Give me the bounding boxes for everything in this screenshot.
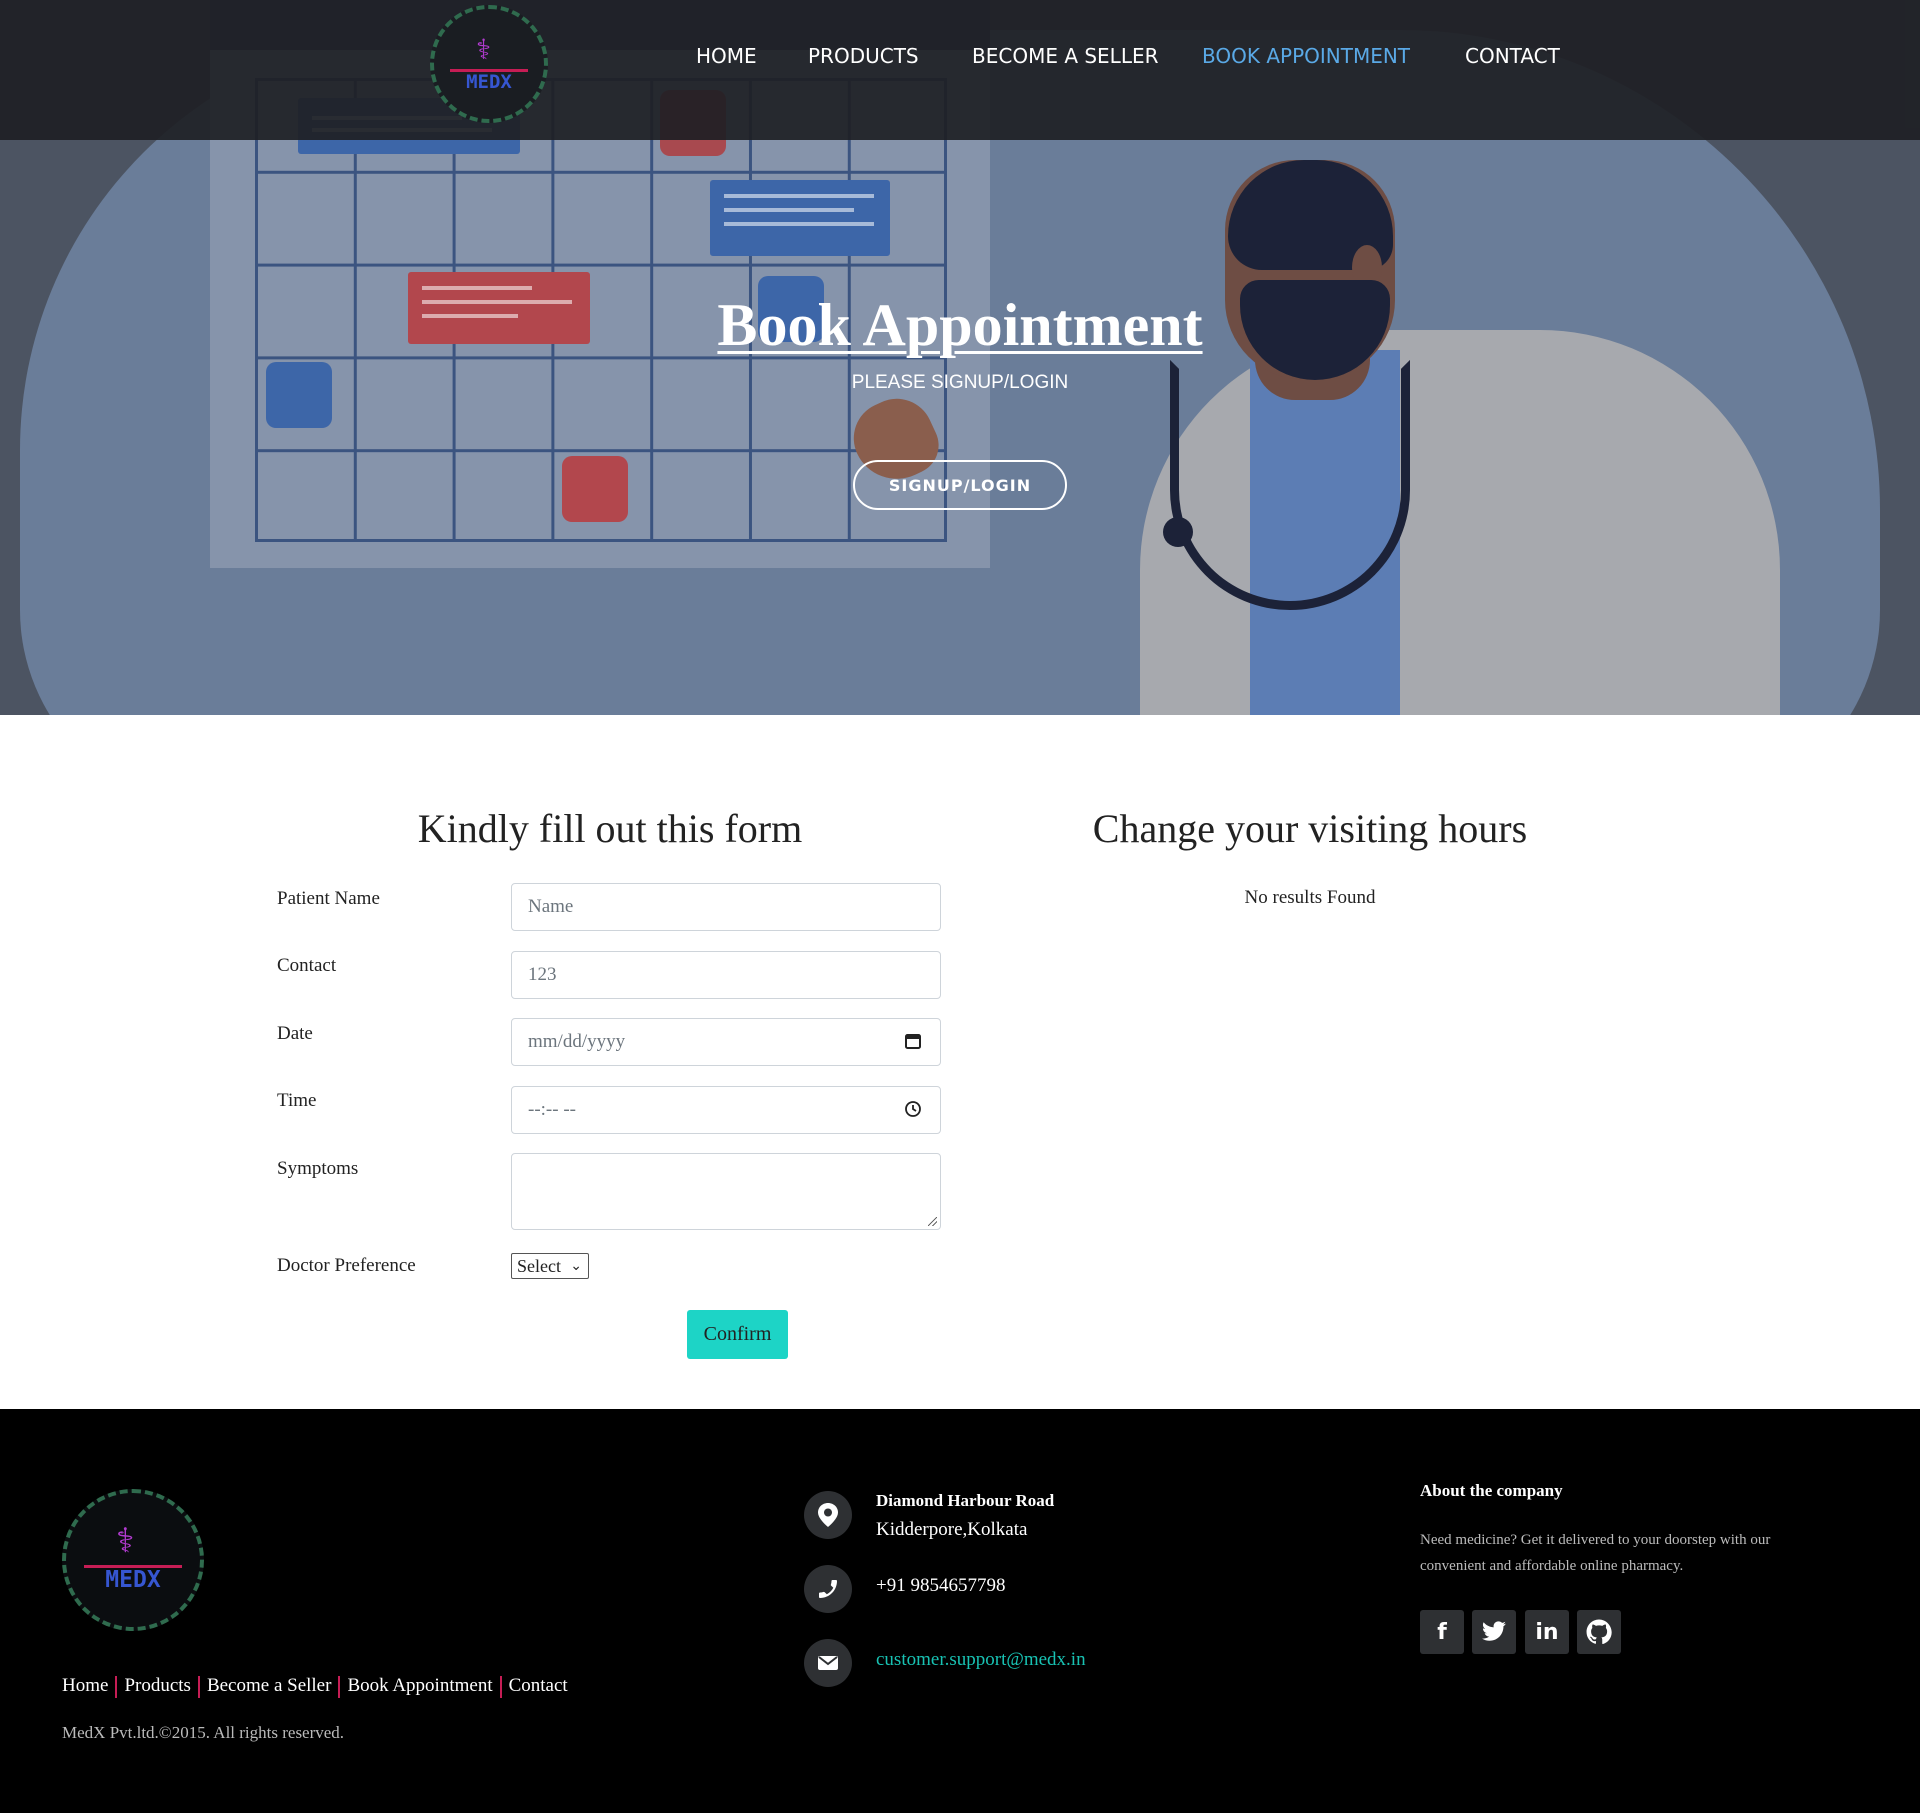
footer-medx-logo[interactable]: ⚕ MEDX [62, 1489, 204, 1631]
nav-contact[interactable]: CONTACT [1465, 44, 1560, 68]
about-text: Need medicine? Get it delivered to your … [1420, 1532, 1771, 1574]
contact-input[interactable]: 123 [511, 951, 941, 999]
logo-text: MEDX [466, 71, 512, 93]
top-navbar: ⚕ MEDX HOME PRODUCTS BECOME A SELLER BOO… [0, 0, 1920, 140]
hero-subtitle: PLEASE SIGNUP/LOGIN [851, 372, 1069, 393]
linkedin-icon[interactable]: in [1525, 1610, 1569, 1654]
no-results-text: No results Found [1244, 887, 1376, 908]
twitter-icon[interactable] [1472, 1610, 1516, 1654]
footer-links: Home Products Become a Seller Book Appointm… [62, 1675, 568, 1698]
symptoms-textarea[interactable] [511, 1153, 941, 1230]
visiting-hours-title: Change your visiting hours [1092, 806, 1528, 851]
clock-icon[interactable] [904, 1100, 922, 1118]
phone-number: +91 9854657798 [876, 1575, 1006, 1596]
copyright-text: MedX Pvt.ltd.©2015. All rights reserved. [62, 1723, 345, 1742]
pills-tile-illustration [562, 456, 628, 522]
doctor-preference-select[interactable]: Select ⌄ [511, 1253, 589, 1279]
footer-link-book-appointment[interactable]: Book Appointment [347, 1675, 492, 1696]
chevron-down-icon: ⌄ [570, 1258, 582, 1274]
nav-products[interactable]: PRODUCTS [808, 44, 919, 68]
map-pin-icon [818, 1503, 838, 1527]
address-line-1: Diamond Harbour Road [876, 1491, 1055, 1510]
location-icon-wrap [804, 1491, 852, 1539]
contact-label: Contact [277, 955, 337, 976]
phone-icon [819, 1580, 837, 1598]
date-placeholder: mm/dd/yyyy [528, 1031, 626, 1052]
divider [115, 1675, 118, 1698]
calendar-card-illustration [710, 180, 890, 256]
time-placeholder: --:-- -- [528, 1099, 576, 1120]
footer-link-home[interactable]: Home [62, 1675, 108, 1696]
email-link[interactable]: customer.support@medx.in [876, 1649, 1086, 1671]
caduceus-icon: ⚕ [476, 33, 492, 66]
hero-title: Book Appointment [717, 292, 1203, 358]
stethoscope-illustration [1170, 360, 1410, 610]
facebook-icon[interactable]: f [1420, 1610, 1464, 1654]
address-line-2: Kidderpore,Kolkata [876, 1519, 1028, 1540]
date-input[interactable]: mm/dd/yyyy [511, 1018, 941, 1066]
time-label: Time [277, 1090, 317, 1111]
envelope-icon [818, 1656, 838, 1670]
footer-link-become-seller[interactable]: Become a Seller [207, 1675, 332, 1696]
github-icon[interactable] [1577, 1610, 1621, 1654]
footer-link-products[interactable]: Products [124, 1675, 191, 1696]
footer: ⚕ MEDX Home Products Become a Seller Book A… [0, 1409, 1920, 1813]
divider [499, 1675, 502, 1698]
patient-name-input[interactable]: Name [511, 883, 941, 931]
caduceus-icon: ⚕ [116, 1521, 135, 1561]
footer-link-contact[interactable]: Contact [509, 1675, 568, 1696]
phone-icon-wrap [804, 1565, 852, 1613]
doctor-preference-label: Doctor Preference [277, 1255, 416, 1276]
footer-logo-text: MEDX [105, 1567, 161, 1593]
divider [197, 1675, 200, 1698]
form-title: Kindly fill out this form [417, 806, 803, 851]
signup-login-button[interactable]: SIGNUP/LOGIN [853, 460, 1067, 510]
time-input[interactable]: --:-- -- [511, 1086, 941, 1134]
patient-name-label: Patient Name [277, 888, 380, 909]
symptoms-label: Symptoms [277, 1158, 359, 1179]
nav-home[interactable]: HOME [696, 44, 757, 68]
calendar-icon[interactable] [904, 1032, 922, 1050]
email-icon-wrap [804, 1639, 852, 1687]
medx-logo[interactable]: ⚕ MEDX [430, 5, 548, 123]
date-label: Date [277, 1023, 313, 1044]
confirm-button[interactable]: Confirm [687, 1310, 788, 1359]
stethoscope-illustration [1163, 517, 1193, 547]
resize-handle-icon[interactable] [928, 1217, 937, 1226]
about-title: About the company [1420, 1481, 1563, 1500]
nav-become-seller[interactable]: BECOME A SELLER [972, 44, 1159, 68]
divider [338, 1675, 341, 1698]
nav-book-appointment[interactable]: BOOK APPOINTMENT [1202, 44, 1410, 68]
